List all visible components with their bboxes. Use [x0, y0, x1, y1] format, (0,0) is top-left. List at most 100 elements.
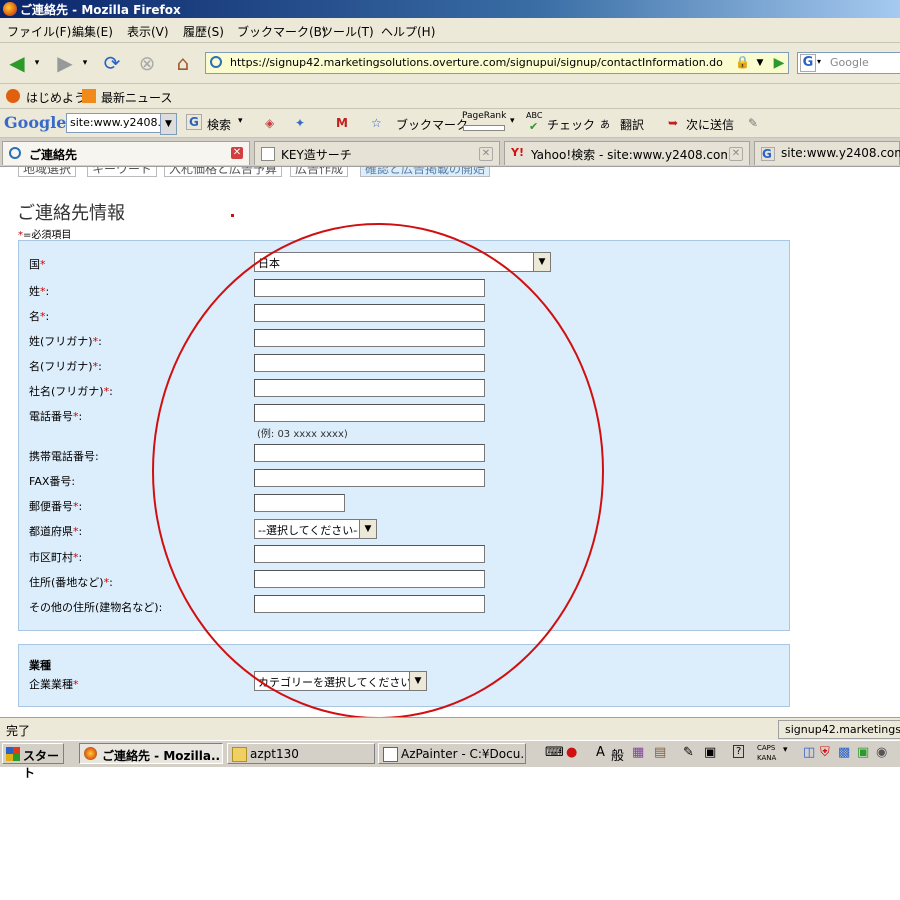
tray-update-icon[interactable]: ▣ [857, 745, 869, 760]
tray-app-icon[interactable]: ▩ [838, 745, 850, 760]
home-icon[interactable]: ⌂ [170, 51, 196, 75]
step-bid-budget[interactable]: 入札価格と広告予算 [164, 167, 283, 177]
popup-blocker-icon[interactable]: ◈ [265, 116, 274, 130]
step-region[interactable]: 地域選択 [18, 167, 77, 177]
menu-tools[interactable]: ツール(T) [321, 23, 374, 40]
company-kana-input[interactable] [254, 379, 485, 397]
chevron-down-icon[interactable]: ▼ [359, 520, 376, 538]
step-keyword[interactable]: キーワード [87, 167, 158, 177]
task-label[interactable]: AzPainter - C:¥Docu... [401, 747, 523, 761]
tab-close-icon[interactable]: ✕ [729, 147, 743, 161]
translate-icon[interactable]: あ [600, 116, 610, 131]
step-confirm-launch[interactable]: 確認と広告掲載の開始 [360, 167, 491, 177]
url-text[interactable]: https://signup42.marketingsolutions.over… [230, 56, 723, 69]
tab-contact[interactable]: ご連絡先 ✕ [2, 141, 250, 165]
first-name-kana-input[interactable] [254, 354, 485, 372]
address-input[interactable] [254, 570, 485, 588]
url-dropdown-icon[interactable]: ▼ [752, 53, 768, 73]
tab-yahoo-search[interactable]: Y! Yahoo!検索 - site:www.y2408.com/on... ✕ [504, 141, 750, 165]
city-input[interactable] [254, 545, 485, 563]
send-to-icon[interactable]: ➥ [668, 116, 678, 130]
menu-bookmarks[interactable]: ブックマーク(B) [237, 23, 327, 40]
chevron-down-icon[interactable]: ▼ [533, 253, 550, 271]
puzzle-icon[interactable]: ✦ [295, 116, 305, 130]
search-input[interactable]: Google [830, 56, 869, 69]
tab-label[interactable]: Yahoo!検索 - site:www.y2408.com/on... [531, 146, 727, 163]
ime-tool-icon[interactable]: ✎ [683, 745, 694, 760]
security-shield-icon[interactable]: ⛨ [820, 745, 830, 760]
help-icon[interactable]: ? [733, 745, 745, 758]
pencil-icon[interactable]: ✎ [748, 116, 758, 130]
ime-mode-a[interactable]: A [596, 745, 605, 760]
last-name-input[interactable] [254, 279, 485, 297]
search-box[interactable]: G ▾ Google [797, 52, 900, 74]
task-azpainter[interactable]: AzPainter - C:¥Docu... [378, 743, 526, 764]
back-arrow-icon[interactable]: ◀ [4, 51, 30, 75]
industry-select-value[interactable]: カテゴリーを選択してください [258, 674, 410, 690]
ime-dictionary-icon[interactable]: ▤ [654, 745, 666, 760]
tab-label[interactable]: KEY造サーチ [281, 146, 352, 163]
stop-icon[interactable]: ⊗ [134, 51, 160, 75]
ime-pad-icon[interactable]: ▦ [632, 745, 644, 760]
menu-edit[interactable]: 編集(E) [72, 23, 113, 40]
ime-properties-icon[interactable]: ▣ [704, 745, 716, 760]
start-button[interactable]: スタート [2, 743, 64, 780]
google-toolbar-dropdown-icon[interactable]: ▼ [160, 113, 177, 135]
start-label[interactable]: スタート [23, 747, 63, 781]
pagerank-dropdown-icon[interactable]: ▾ [510, 116, 515, 126]
prefecture-select-value[interactable]: --選択してください-- [258, 522, 358, 538]
chevron-down-icon[interactable]: ▼ [409, 672, 426, 690]
translate-button[interactable]: 翻訳 [620, 116, 644, 133]
prefecture-select[interactable]: --選択してください-- ▼ [254, 519, 377, 539]
country-select[interactable]: 日本 ▼ [254, 252, 551, 272]
search-dropdown-icon[interactable]: ▾ [238, 116, 243, 126]
first-name-input[interactable] [254, 304, 485, 322]
tab-google-search[interactable]: G site:www.y2408.com/on [754, 141, 900, 165]
ime-mode-general[interactable]: 般 [611, 745, 624, 764]
menu-file[interactable]: ファイル(F) [7, 23, 71, 40]
lock-icon[interactable]: 🔒 [735, 55, 750, 69]
star-icon[interactable]: ☆ [371, 116, 382, 130]
tab-key-search[interactable]: KEY造サーチ ✕ [254, 141, 500, 165]
forward-dropdown-icon[interactable]: ▾ [78, 51, 92, 75]
google-logo[interactable]: Google [4, 113, 66, 132]
search-engine-icon[interactable]: G [800, 54, 816, 72]
bookmark-latest-news[interactable]: 最新ニュース [101, 89, 172, 106]
task-folder[interactable]: azpt130 [227, 743, 375, 764]
address-extra-input[interactable] [254, 595, 485, 613]
url-bar[interactable]: https://signup42.marketingsolutions.over… [205, 52, 789, 74]
spellcheck-icon[interactable]: ✔ [529, 120, 538, 133]
tab-label[interactable]: site:www.y2408.com/on [781, 146, 900, 160]
back-dropdown-icon[interactable]: ▾ [30, 51, 44, 75]
network-icon[interactable]: ◫ [803, 745, 815, 760]
industry-select[interactable]: カテゴリーを選択してください ▼ [254, 671, 427, 691]
phone-input[interactable] [254, 404, 485, 422]
tab-label[interactable]: ご連絡先 [29, 146, 77, 163]
country-select-value[interactable]: 日本 [258, 255, 280, 271]
step-ad-creation[interactable]: 広告作成 [290, 167, 349, 177]
search-engine-dropdown-icon[interactable]: ▾ [817, 57, 821, 66]
task-firefox[interactable]: ご連絡先 - Mozilla... [79, 743, 223, 764]
menu-help[interactable]: ヘルプ(H) [381, 23, 435, 40]
ime-ball-icon[interactable]: ● [566, 745, 577, 760]
forward-arrow-icon[interactable]: ▶ [52, 51, 78, 75]
fax-input[interactable] [254, 469, 485, 487]
menu-history[interactable]: 履歴(S) [183, 23, 224, 40]
check-button[interactable]: チェック [547, 116, 595, 133]
tab-close-icon[interactable]: ✕ [231, 147, 243, 159]
task-label[interactable]: azpt130 [250, 747, 299, 761]
site-identity-icon[interactable] [210, 56, 222, 68]
menu-view[interactable]: 表示(V) [127, 23, 169, 40]
task-label[interactable]: ご連絡先 - Mozilla... [102, 747, 220, 764]
send-to-button[interactable]: 次に送信 [686, 116, 734, 133]
google-search-button[interactable]: 検索 [207, 116, 231, 133]
gmail-icon[interactable]: M [336, 116, 348, 130]
volume-icon[interactable]: ◉ [876, 745, 887, 760]
reload-icon[interactable]: ⟳ [99, 51, 125, 75]
google-g-icon[interactable]: G [186, 114, 202, 130]
keyboard-icon[interactable]: ⌨ [545, 745, 564, 760]
go-icon[interactable]: ▶ [770, 53, 788, 73]
mobile-input[interactable] [254, 444, 485, 462]
google-toolbar-input[interactable]: site:www.y2408.c [66, 113, 165, 133]
last-name-kana-input[interactable] [254, 329, 485, 347]
